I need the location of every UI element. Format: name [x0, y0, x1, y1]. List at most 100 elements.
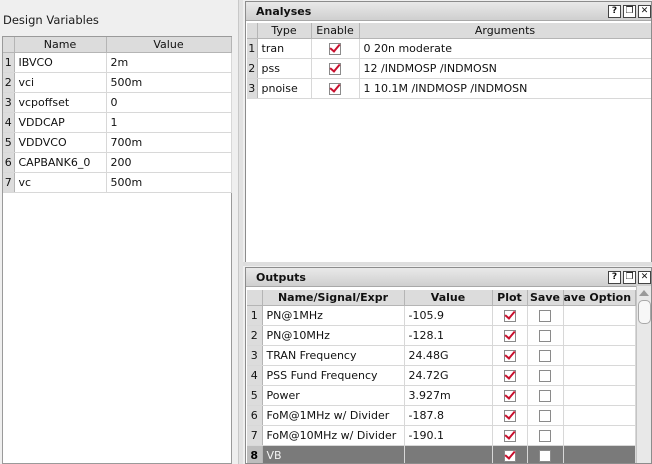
save-checkbox[interactable] [539, 310, 551, 322]
variable-value[interactable]: 2m [106, 52, 232, 73]
column-header-plot[interactable]: Plot [492, 290, 528, 306]
column-header-save-options[interactable]: ave Option [563, 290, 636, 306]
plot-checkbox[interactable] [503, 430, 516, 442]
save-options-cell[interactable] [563, 425, 636, 446]
table-row[interactable]: 6 CAPBANK6_0 200 [3, 152, 232, 173]
column-header-value[interactable]: Value [106, 37, 232, 53]
table-row[interactable]: 5 Power 3.927m [247, 385, 636, 406]
plot-checkbox[interactable] [503, 370, 516, 382]
table-row[interactable]: 5 VDDVCO 700m [3, 132, 232, 153]
output-value [404, 445, 493, 463]
table-row[interactable]: 2 PN@10MHz -128.1 [247, 325, 636, 346]
close-icon[interactable]: ✕ [638, 271, 651, 284]
variable-value[interactable]: 1 [106, 112, 232, 133]
table-row[interactable]: 4 PSS Fund Frequency 24.72G [247, 365, 636, 386]
column-header-name[interactable]: Name [14, 37, 107, 53]
plot-checkbox[interactable] [503, 390, 516, 402]
plot-cell [492, 345, 528, 366]
output-name[interactable]: PN@10MHz [262, 325, 405, 346]
variable-value[interactable]: 500m [106, 172, 232, 193]
save-options-cell[interactable] [563, 405, 636, 426]
analysis-arguments[interactable]: 12 /INDMOSP /INDMOSN [359, 58, 651, 79]
table-row[interactable]: 1 PN@1MHz -105.9 [247, 305, 636, 326]
output-name[interactable]: FoM@1MHz w/ Divider [262, 405, 405, 426]
analysis-type[interactable]: pss [257, 58, 312, 79]
table-row[interactable]: 4 VDDCAP 1 [3, 112, 232, 133]
table-row[interactable]: 1 IBVCO 2m [3, 52, 232, 73]
save-checkbox[interactable] [539, 430, 551, 442]
save-options-cell[interactable] [563, 445, 636, 463]
float-icon[interactable]: ❐ [623, 271, 636, 284]
output-name[interactable]: PN@1MHz [262, 305, 405, 326]
help-icon[interactable]: ? [608, 271, 621, 284]
plot-cell [492, 365, 528, 386]
vertical-splitter[interactable] [238, 0, 243, 464]
variable-value[interactable]: 500m [106, 72, 232, 93]
column-header-save[interactable]: Save [527, 290, 564, 306]
variable-name[interactable]: vc [14, 172, 107, 193]
table-row[interactable]: 2 vci 500m [3, 72, 232, 93]
enable-checkbox[interactable] [329, 63, 341, 75]
column-header-name-signal-expr[interactable]: Name/Signal/Expr [262, 290, 405, 306]
table-row[interactable]: 8 VB [247, 445, 636, 463]
save-options-cell[interactable] [563, 305, 636, 326]
analysis-arguments[interactable]: 0 20n moderate [359, 38, 651, 59]
output-name[interactable]: Power [262, 385, 405, 406]
row-number: 7 [247, 425, 263, 446]
plot-checkbox[interactable] [503, 310, 516, 322]
analysis-type[interactable]: tran [257, 38, 312, 59]
output-name[interactable]: PSS Fund Frequency [262, 365, 405, 386]
analysis-type[interactable]: pnoise [257, 78, 312, 99]
close-icon[interactable]: ✕ [638, 5, 651, 18]
column-header-enable[interactable]: Enable [311, 23, 360, 39]
variable-name[interactable]: CAPBANK6_0 [14, 152, 107, 173]
plot-checkbox[interactable] [503, 410, 516, 422]
save-checkbox[interactable] [539, 330, 551, 342]
save-checkbox[interactable] [539, 370, 551, 382]
save-options-cell[interactable] [563, 325, 636, 346]
variable-value[interactable]: 200 [106, 152, 232, 173]
table-row[interactable]: 3 vcpoffset 0 [3, 92, 232, 113]
output-name[interactable]: VB [262, 445, 405, 463]
table-row[interactable]: 3 pnoise 1 10.1M /INDMOSP /INDMOSN [247, 78, 651, 99]
column-header-arguments[interactable]: Arguments [359, 23, 651, 39]
save-options-cell[interactable] [563, 365, 636, 386]
save-checkbox[interactable] [539, 450, 551, 462]
variable-name[interactable]: IBVCO [14, 52, 107, 73]
save-checkbox[interactable] [539, 350, 551, 362]
save-checkbox[interactable] [539, 390, 551, 402]
output-name[interactable]: TRAN Frequency [262, 345, 405, 366]
help-icon[interactable]: ? [608, 5, 621, 18]
variable-name[interactable]: vcpoffset [14, 92, 107, 113]
analysis-arguments[interactable]: 1 10.1M /INDMOSP /INDMOSN [359, 78, 651, 99]
plot-checkbox[interactable] [503, 330, 516, 342]
table-row[interactable]: 6 FoM@1MHz w/ Divider -187.8 [247, 405, 636, 426]
output-name[interactable]: FoM@10MHz w/ Divider [262, 425, 405, 446]
outputs-scrollbar[interactable] [636, 286, 651, 463]
variable-name[interactable]: VDDVCO [14, 132, 107, 153]
variable-value[interactable]: 700m [106, 132, 232, 153]
plot-checkbox[interactable] [503, 350, 516, 362]
row-number: 4 [3, 112, 15, 133]
column-header-type[interactable]: Type [257, 23, 312, 39]
horizontal-splitter[interactable] [243, 262, 652, 266]
table-row[interactable]: 7 FoM@10MHz w/ Divider -190.1 [247, 425, 636, 446]
table-row[interactable]: 1 tran 0 20n moderate [247, 38, 651, 59]
column-header-value[interactable]: Value [404, 290, 493, 306]
table-row[interactable]: 7 vc 500m [3, 172, 232, 193]
variable-name[interactable]: VDDCAP [14, 112, 107, 133]
save-options-cell[interactable] [563, 345, 636, 366]
scrollbar-thumb[interactable] [638, 300, 651, 324]
variable-name[interactable]: vci [14, 72, 107, 93]
save-checkbox[interactable] [539, 410, 551, 422]
enable-checkbox[interactable] [329, 83, 341, 95]
save-options-cell[interactable] [563, 385, 636, 406]
save-cell [527, 385, 564, 406]
float-icon[interactable]: ❐ [623, 5, 636, 18]
scroll-up-arrow-icon[interactable] [639, 290, 649, 296]
plot-checkbox[interactable] [503, 450, 516, 462]
table-row[interactable]: 3 TRAN Frequency 24.48G [247, 345, 636, 366]
table-row[interactable]: 2 pss 12 /INDMOSP /INDMOSN [247, 58, 651, 79]
enable-checkbox[interactable] [329, 43, 341, 55]
variable-value[interactable]: 0 [106, 92, 232, 113]
